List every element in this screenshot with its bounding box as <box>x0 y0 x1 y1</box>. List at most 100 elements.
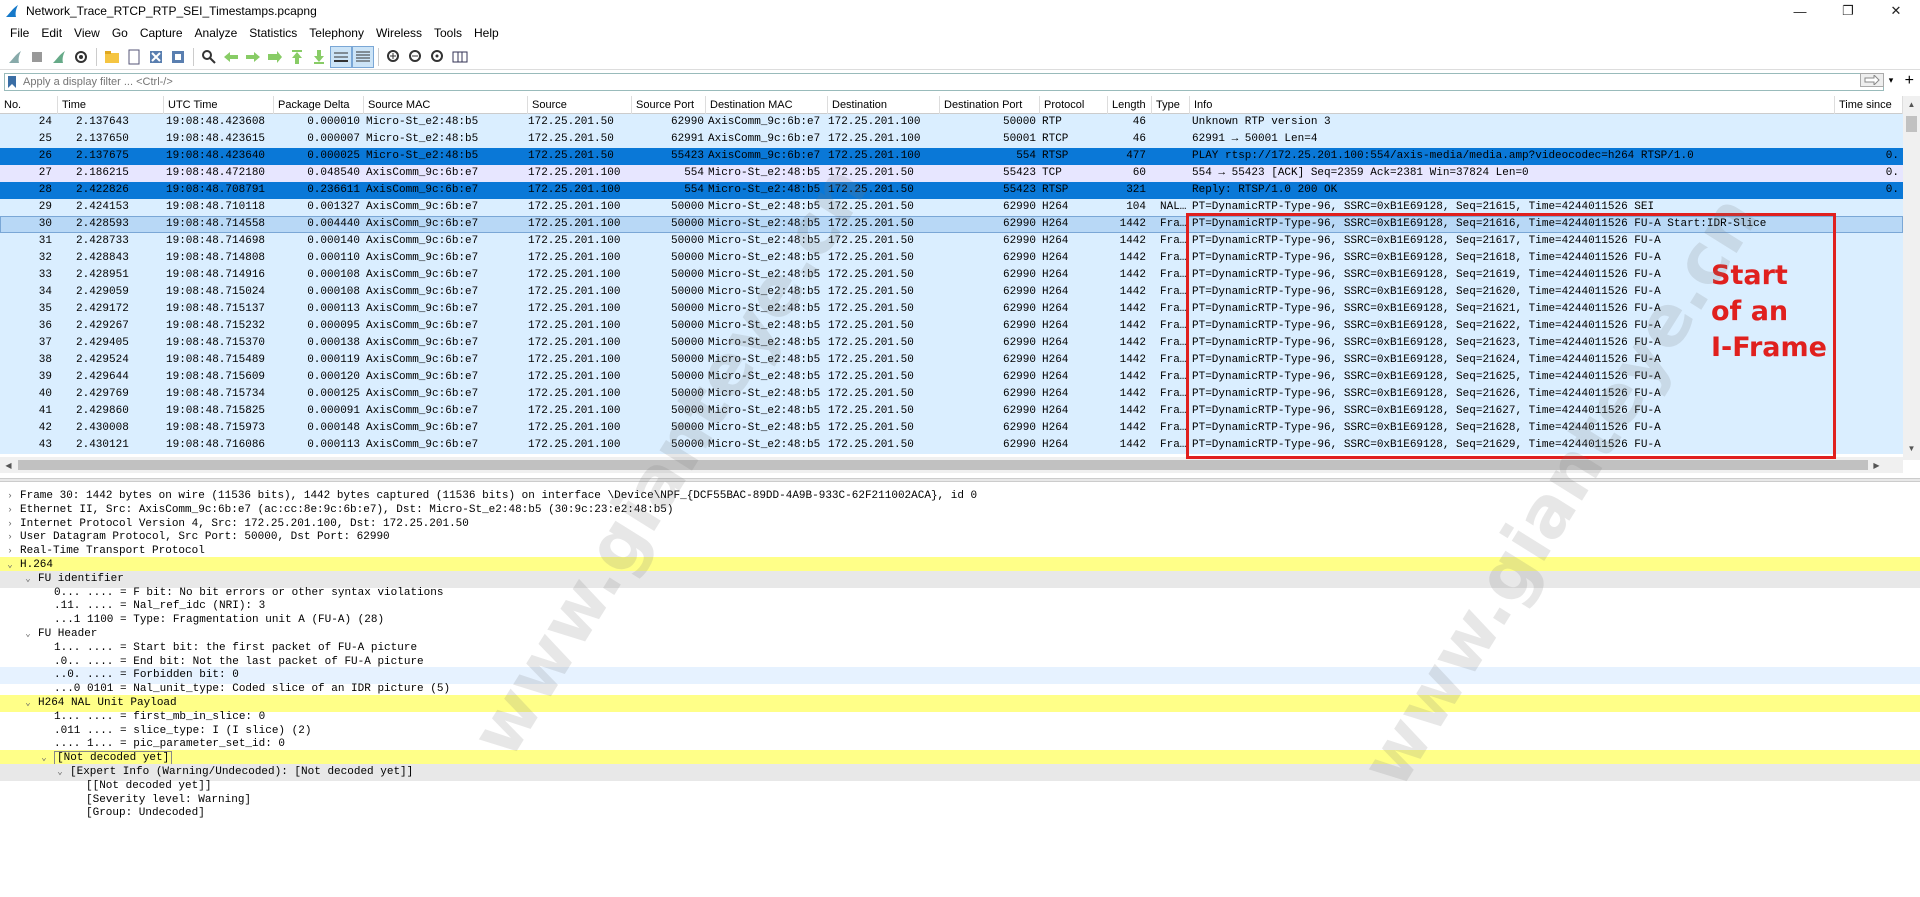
cell-dmac: Micro-St_e2:48:b5 <box>708 337 821 349</box>
column-header-utc[interactable]: UTC Time <box>164 96 274 114</box>
column-header-info[interactable]: Info <box>1190 96 1835 114</box>
menu-help[interactable]: Help <box>468 22 505 44</box>
cell-dport: 62990 <box>1002 439 1036 451</box>
cell-type <box>1152 148 1190 165</box>
cell-proto: H264 <box>1042 337 1069 349</box>
scroll-down-arrow-icon[interactable]: ▼ <box>1903 440 1920 457</box>
packet-row[interactable]: 24 2.137643 19:08:48.423608 0.000010 Micro-S… <box>0 114 1903 131</box>
go-last-button[interactable] <box>308 46 330 68</box>
cell-len: 1442 <box>1119 439 1146 451</box>
toolbar-separator <box>193 47 194 66</box>
restart-capture-button[interactable] <box>48 46 70 68</box>
menu-go[interactable]: Go <box>106 22 134 44</box>
cell-len: 1442 <box>1119 422 1146 434</box>
pane-splitter[interactable] <box>0 478 1920 482</box>
column-header-type[interactable]: Type <box>1152 96 1190 114</box>
menu-view[interactable]: View <box>68 22 106 44</box>
start-capture-button[interactable] <box>4 46 26 68</box>
colorize-button[interactable] <box>352 45 374 68</box>
cell-sport: 50000 <box>670 286 704 298</box>
cell-len: 1442 <box>1119 405 1146 417</box>
cell-utc: 19:08:48.715825 <box>166 405 266 417</box>
reload-file-button[interactable] <box>167 46 189 68</box>
menu-telephony[interactable]: Telephony <box>303 22 370 44</box>
column-header-no[interactable]: No. <box>0 96 58 114</box>
maximize-button[interactable]: ❐ <box>1824 0 1872 22</box>
scroll-thumb[interactable] <box>1906 116 1917 132</box>
cell-sport: 50000 <box>670 388 704 400</box>
packet-row[interactable]: 26 2.137675 19:08:48.423640 0.000025 Micro-S… <box>0 148 1903 165</box>
cell-since <box>1835 216 1903 233</box>
menu-tools[interactable]: Tools <box>428 22 468 44</box>
capture-options-button[interactable] <box>70 46 92 68</box>
column-header-src[interactable]: Source <box>528 96 632 114</box>
cell-len: 1442 <box>1119 354 1146 366</box>
column-header-dst[interactable]: Destination <box>828 96 940 114</box>
go-first-button[interactable] <box>286 46 308 68</box>
cell-len: 1442 <box>1119 235 1146 247</box>
detail-row[interactable]: [Group: Undecoded] <box>0 805 1920 822</box>
cell-src: 172.25.201.100 <box>528 439 621 451</box>
packet-list-vertical-scrollbar[interactable]: ▲ ▼ <box>1903 96 1920 460</box>
column-header-len[interactable]: Length <box>1108 96 1152 114</box>
go-back-button[interactable] <box>220 46 242 68</box>
add-filter-button[interactable]: + <box>1905 72 1914 90</box>
cell-since <box>1835 420 1903 437</box>
zoom-in-button[interactable] <box>383 46 405 68</box>
packet-list-horizontal-scrollbar[interactable]: ◀ ▶ <box>0 457 1903 473</box>
scroll-right-arrow-icon[interactable]: ▶ <box>1868 457 1885 473</box>
column-header-sport[interactable]: Source Port <box>632 96 706 114</box>
close-file-button[interactable] <box>145 46 167 68</box>
cell-time: 2.428593 <box>76 218 129 230</box>
apply-filter-button[interactable] <box>1860 73 1884 87</box>
column-header-time[interactable]: Time <box>58 96 164 114</box>
close-button[interactable]: ✕ <box>1872 0 1920 22</box>
column-header-since[interactable]: Time since <box>1835 96 1903 114</box>
cell-dmac: Micro-St_e2:48:b5 <box>708 218 821 230</box>
scroll-left-arrow-icon[interactable]: ◀ <box>0 457 17 473</box>
scroll-up-arrow-icon[interactable]: ▲ <box>1903 96 1920 113</box>
find-packet-button[interactable] <box>198 46 220 68</box>
column-header-proto[interactable]: Protocol <box>1040 96 1108 114</box>
cell-no: 42 <box>38 422 52 434</box>
menu-file[interactable]: File <box>4 22 35 44</box>
cell-smac: AxisComm_9c:6b:e7 <box>366 354 479 366</box>
cell-since <box>1835 386 1903 403</box>
minimize-button[interactable]: — <box>1776 0 1824 22</box>
column-header-smac[interactable]: Source MAC <box>364 96 528 114</box>
packet-row[interactable]: 27 2.186215 19:08:48.472180 0.048540 AxisCom… <box>0 165 1903 182</box>
cell-type <box>1152 182 1190 199</box>
filter-history-dropdown[interactable]: ▾ <box>1884 73 1898 87</box>
stop-capture-button[interactable] <box>26 46 48 68</box>
cell-len: 1442 <box>1119 218 1146 230</box>
resize-columns-button[interactable] <box>449 46 471 68</box>
bookmark-icon[interactable] <box>5 74 19 90</box>
filter-box <box>4 73 1884 91</box>
cell-len: 1442 <box>1119 286 1146 298</box>
packet-row[interactable]: 25 2.137650 19:08:48.423615 0.000007 Micro-S… <box>0 131 1903 148</box>
go-to-packet-button[interactable] <box>264 46 286 68</box>
zoom-reset-button[interactable] <box>427 46 449 68</box>
autoscroll-button[interactable] <box>330 45 352 68</box>
menu-wireless[interactable]: Wireless <box>370 22 428 44</box>
toolbar-separator <box>96 47 97 66</box>
column-header-dport[interactable]: Destination Port <box>940 96 1040 114</box>
cell-proto: H264 <box>1042 303 1069 315</box>
cell-delta: 0.000025 <box>307 150 360 162</box>
go-forward-button[interactable] <box>242 46 264 68</box>
menu-statistics[interactable]: Statistics <box>243 22 303 44</box>
column-header-delta[interactable]: Package Delta <box>274 96 364 114</box>
menu-edit[interactable]: Edit <box>35 22 68 44</box>
cell-smac: Micro-St_e2:48:b5 <box>366 133 479 145</box>
display-filter-input[interactable] <box>23 75 1823 89</box>
save-file-button[interactable] <box>123 46 145 68</box>
column-header-dmac[interactable]: Destination MAC <box>706 96 828 114</box>
open-file-button[interactable] <box>101 46 123 68</box>
zoom-out-button[interactable] <box>405 46 427 68</box>
packet-row[interactable]: 28 2.422826 19:08:48.708791 0.236611 AxisCom… <box>0 182 1903 199</box>
cell-dport: 50001 <box>1002 133 1036 145</box>
menu-capture[interactable]: Capture <box>134 22 189 44</box>
cell-delta: 0.000010 <box>307 116 360 128</box>
menu-analyze[interactable]: Analyze <box>189 22 244 44</box>
scroll-thumb[interactable] <box>18 460 1868 470</box>
